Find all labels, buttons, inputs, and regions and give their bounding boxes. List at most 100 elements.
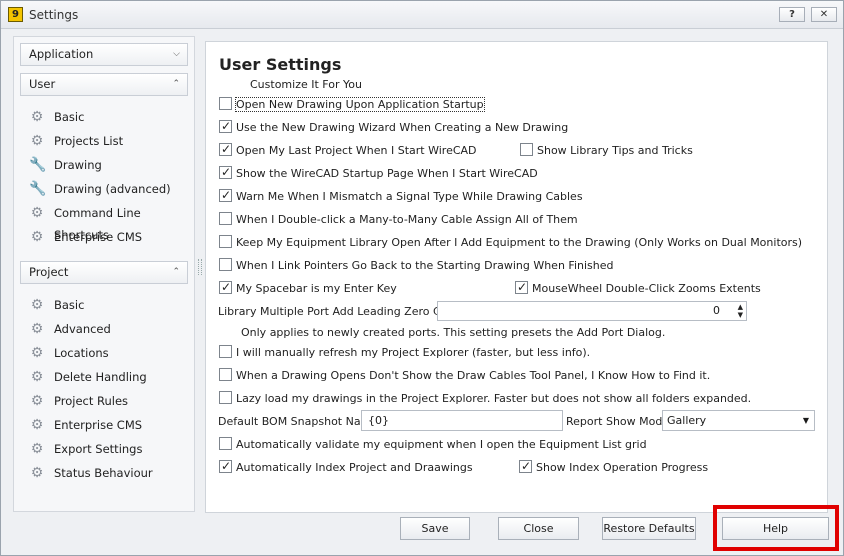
- sidebar-item-advanced[interactable]: ⚙ Advanced: [26, 318, 190, 340]
- option-label: Show Index Operation Progress: [536, 461, 709, 474]
- option-hide-draw-cables[interactable]: When a Drawing Opens Don't Show the Draw…: [219, 368, 710, 384]
- checkbox[interactable]: [219, 118, 232, 134]
- spinner-arrows-icon[interactable]: ▲ ▼: [733, 303, 743, 319]
- sidebar-item-label: Projects List: [54, 134, 124, 148]
- sidebar-item-status-behaviour[interactable]: ⚙ Status Behaviour: [26, 462, 190, 484]
- option-mousewheel-zoom[interactable]: MouseWheel Double-Click Zooms Extents: [515, 279, 761, 297]
- option-label: MouseWheel Double-Click Zooms Extents: [532, 282, 761, 295]
- sidebar-item-label: Enterprise CMS: [54, 418, 143, 432]
- option-library-tips[interactable]: Show Library Tips and Tricks: [520, 143, 693, 159]
- checkbox[interactable]: [219, 212, 232, 225]
- option-spacebar-enter[interactable]: My Spacebar is my Enter Key: [219, 279, 397, 297]
- checkbox[interactable]: [219, 458, 232, 474]
- close-title-button[interactable]: ✕: [811, 7, 837, 22]
- chevron-up-icon: ⌃: [172, 79, 180, 89]
- help-title-button[interactable]: ?: [779, 7, 805, 22]
- option-label: Lazy load my drawings in the Project Exp…: [236, 392, 752, 405]
- gear-icon: ⚙: [30, 297, 44, 313]
- checkbox[interactable]: [219, 437, 232, 450]
- sidebar-item-user-enterprise-cms[interactable]: ⚙ Enterprise CMS: [26, 226, 190, 248]
- gear-icon: ⚙: [30, 345, 44, 361]
- wrench-icon: 🔧: [29, 181, 47, 197]
- sidebar-item-project-basic[interactable]: ⚙ Basic: [26, 294, 190, 316]
- checkbox[interactable]: [219, 187, 232, 203]
- group-project[interactable]: Project ⌃: [20, 261, 188, 284]
- option-new-drawing-wizard[interactable]: Use the New Drawing Wizard When Creating…: [219, 118, 569, 136]
- group-user[interactable]: User ⌃: [20, 73, 188, 96]
- option-many-to-many[interactable]: When I Double-click a Many-to-Many Cable…: [219, 212, 578, 228]
- title-bar: 9 Settings ? ✕: [1, 1, 843, 29]
- option-label: Open My Last Project When I Start WireCA…: [236, 144, 477, 157]
- leading-zero-input[interactable]: 0 ▲ ▼: [437, 301, 747, 321]
- checkbox[interactable]: [219, 164, 232, 180]
- wrench-icon: 🔧: [29, 157, 47, 173]
- leading-zero-label: Library Multiple Port Add Leading Zero C…: [218, 305, 466, 318]
- option-label: Automatically validate my equipment when…: [236, 438, 647, 451]
- option-auto-validate[interactable]: Automatically validate my equipment when…: [219, 437, 647, 453]
- option-label: Open New Drawing Upon Application Startu…: [235, 97, 485, 112]
- sidebar-item-project-rules[interactable]: ⚙ Project Rules: [26, 390, 190, 412]
- option-label: Keep My Equipment Library Open After I A…: [236, 236, 803, 249]
- option-keep-library-open[interactable]: Keep My Equipment Library Open After I A…: [219, 235, 802, 251]
- sidebar-item-command-line-shortcuts[interactable]: ⚙ Command Line Shortcuts: [26, 202, 190, 242]
- sidebar-item-delete-handling[interactable]: ⚙ Delete Handling: [26, 366, 190, 388]
- report-mode-select[interactable]: Gallery ▼: [662, 410, 815, 431]
- checkbox[interactable]: [219, 141, 232, 157]
- sidebar-item-drawing[interactable]: 🔧 Drawing: [26, 154, 190, 176]
- option-manual-refresh[interactable]: I will manually refresh my Project Explo…: [219, 345, 590, 361]
- sidebar-item-user-basic[interactable]: ⚙ Basic: [26, 106, 190, 128]
- sidebar-item-label: Enterprise CMS: [54, 230, 143, 244]
- checkbox[interactable]: [219, 235, 232, 248]
- sidebar-item-drawing-advanced[interactable]: 🔧 Drawing (advanced): [26, 178, 190, 200]
- option-open-new-drawing[interactable]: Open New Drawing Upon Application Startu…: [219, 97, 485, 113]
- restore-defaults-button[interactable]: Restore Defaults: [602, 517, 696, 540]
- checkbox[interactable]: [219, 391, 232, 404]
- sidebar-item-project-enterprise-cms[interactable]: ⚙ Enterprise CMS: [26, 414, 190, 436]
- page-subtitle: Customize It For You: [250, 78, 362, 91]
- gear-icon: ⚙: [30, 321, 44, 337]
- help-button[interactable]: Help: [722, 517, 829, 540]
- splitter-handle[interactable]: [198, 259, 202, 275]
- option-link-pointers[interactable]: When I Link Pointers Go Back to the Star…: [219, 258, 613, 274]
- option-label: When a Drawing Opens Don't Show the Draw…: [236, 369, 711, 382]
- window-title: Settings: [29, 8, 79, 22]
- sidebar-item-label: Locations: [54, 346, 109, 360]
- app-icon: 9: [8, 7, 23, 22]
- option-label: Use the New Drawing Wizard When Creating…: [236, 121, 569, 134]
- report-mode-value: Gallery: [667, 414, 707, 427]
- sidebar-item-locations[interactable]: ⚙ Locations: [26, 342, 190, 364]
- bom-label: Default BOM Snapshot Name: [218, 415, 379, 428]
- checkbox[interactable]: [515, 279, 528, 295]
- gear-icon: ⚙: [30, 109, 44, 125]
- option-label: I will manually refresh my Project Explo…: [236, 346, 591, 359]
- save-button[interactable]: Save: [400, 517, 470, 540]
- page-title: User Settings: [219, 55, 342, 74]
- option-startup-page[interactable]: Show the WireCAD Startup Page When I Sta…: [219, 164, 538, 182]
- checkbox[interactable]: [219, 368, 232, 381]
- option-lazy-load[interactable]: Lazy load my drawings in the Project Exp…: [219, 391, 751, 407]
- sidebar-item-label: Status Behaviour: [54, 466, 153, 480]
- checkbox[interactable]: [219, 345, 232, 358]
- option-show-index-progress[interactable]: Show Index Operation Progress: [519, 458, 709, 476]
- settings-window: 9 Settings ? ✕ Application ⌵ User ⌃ ⚙ Ba…: [0, 0, 844, 556]
- option-auto-index[interactable]: Automatically Index Project and Draawing…: [219, 458, 473, 476]
- option-mismatch-warn[interactable]: Warn Me When I Mismatch a Signal Type Wh…: [219, 187, 583, 205]
- sidebar-item-label: Basic: [54, 298, 85, 312]
- checkbox[interactable]: [519, 458, 532, 474]
- checkbox[interactable]: [520, 143, 533, 156]
- sidebar-item-label: Drawing (advanced): [54, 182, 171, 196]
- checkbox[interactable]: [219, 258, 232, 271]
- group-application[interactable]: Application ⌵: [20, 43, 188, 66]
- sidebar-item-label: Drawing: [54, 158, 102, 172]
- option-open-last-project[interactable]: Open My Last Project When I Start WireCA…: [219, 141, 477, 159]
- checkbox[interactable]: [219, 279, 232, 295]
- leading-zero-value: 0: [713, 304, 720, 317]
- checkbox[interactable]: [219, 97, 232, 110]
- sidebar-item-projects-list[interactable]: ⚙ Projects List: [26, 130, 190, 152]
- sidebar-item-export-settings[interactable]: ⚙ Export Settings: [26, 438, 190, 460]
- close-button[interactable]: Close: [498, 517, 579, 540]
- gear-icon: ⚙: [30, 441, 44, 457]
- bom-snapshot-input[interactable]: {0}: [361, 410, 563, 431]
- leading-zero-note: Only applies to newly created ports. Thi…: [241, 326, 666, 339]
- group-application-label: Application: [29, 47, 94, 61]
